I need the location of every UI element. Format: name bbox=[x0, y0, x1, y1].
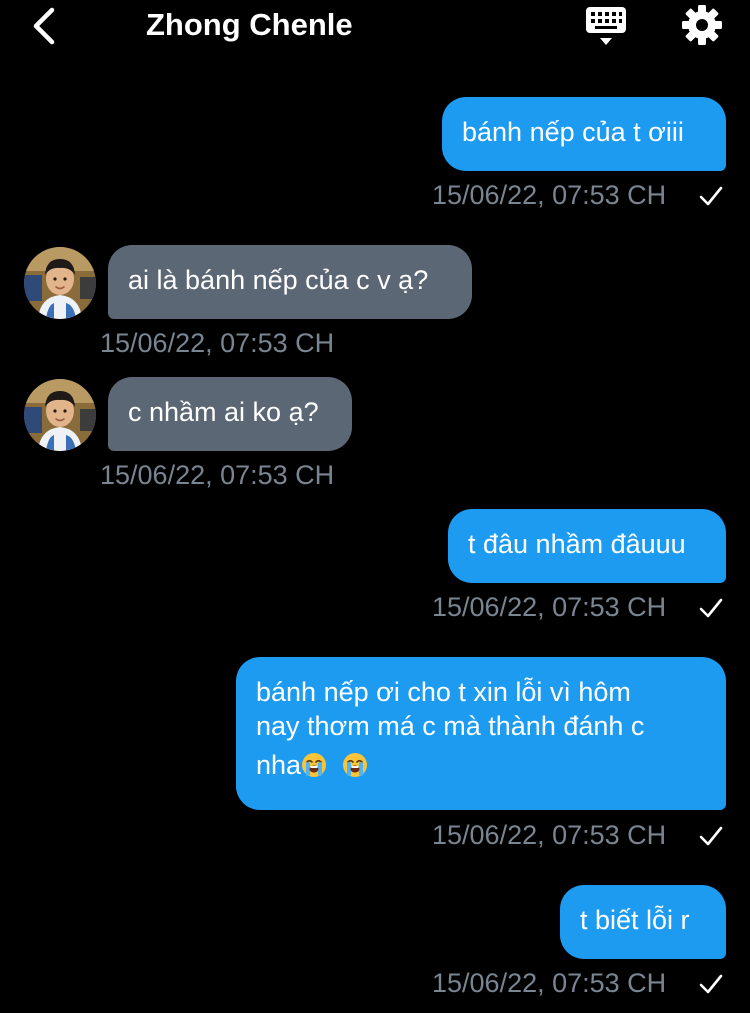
keyboard-icon bbox=[586, 7, 626, 45]
read-check-icon bbox=[699, 598, 723, 618]
read-check-icon bbox=[699, 826, 723, 846]
message-bubble-incoming[interactable]: ai là bánh nếp của c v ạ? bbox=[108, 245, 472, 319]
read-check-icon bbox=[699, 974, 723, 994]
conversation-title: Zhong Chenle bbox=[146, 7, 353, 42]
avatar[interactable] bbox=[24, 379, 96, 451]
message-text: c nhầm ai ko ạ? bbox=[128, 397, 319, 427]
message-timestamp: 15/06/22, 07:53 CH bbox=[432, 592, 667, 622]
message-timestamp: 15/06/22, 07:53 CH bbox=[432, 820, 667, 850]
message-bubble-outgoing[interactable]: bánh nếp của t ơiii bbox=[442, 97, 726, 171]
chevron-left-icon bbox=[33, 7, 55, 45]
message-text: ai là bánh nếp của c v ạ? bbox=[128, 265, 429, 295]
message-text-line: bánh nếp ơi cho t xin lỗi vì hôm bbox=[256, 677, 631, 707]
message-timestamp: 15/06/22, 07:53 CH bbox=[432, 180, 667, 210]
gear-icon bbox=[682, 5, 722, 45]
loudly-crying-face-icon bbox=[342, 752, 368, 778]
chat-header: Zhong Chenle bbox=[0, 0, 750, 56]
message-bubble-outgoing[interactable]: bánh nếp ơi cho t xin lỗi vì hôm nay thơ… bbox=[236, 657, 726, 810]
back-button[interactable] bbox=[28, 6, 62, 46]
message-text: t đâu nhầm đâuuu bbox=[468, 529, 686, 559]
message-text-line: nha bbox=[256, 750, 302, 780]
settings-button[interactable] bbox=[680, 3, 724, 47]
message-timestamp: 15/06/22, 07:53 CH bbox=[100, 328, 335, 358]
message-bubble-outgoing[interactable]: t đâu nhầm đâuuu bbox=[448, 509, 726, 583]
read-check-icon bbox=[699, 186, 723, 206]
message-text-line: nay thơm má c mà thành đánh c bbox=[256, 711, 645, 741]
loudly-crying-face-icon bbox=[301, 752, 327, 778]
message-text: bánh nếp của t ơiii bbox=[462, 117, 684, 147]
keyboard-button[interactable] bbox=[584, 5, 628, 49]
avatar[interactable] bbox=[24, 247, 96, 319]
message-timestamp: 15/06/22, 07:53 CH bbox=[432, 968, 667, 998]
message-timestamp: 15/06/22, 07:53 CH bbox=[100, 460, 335, 490]
message-bubble-outgoing[interactable]: t biết lỗi r bbox=[560, 885, 726, 959]
message-text: t biết lỗi r bbox=[580, 905, 690, 935]
message-bubble-incoming[interactable]: c nhầm ai ko ạ? bbox=[108, 377, 352, 451]
